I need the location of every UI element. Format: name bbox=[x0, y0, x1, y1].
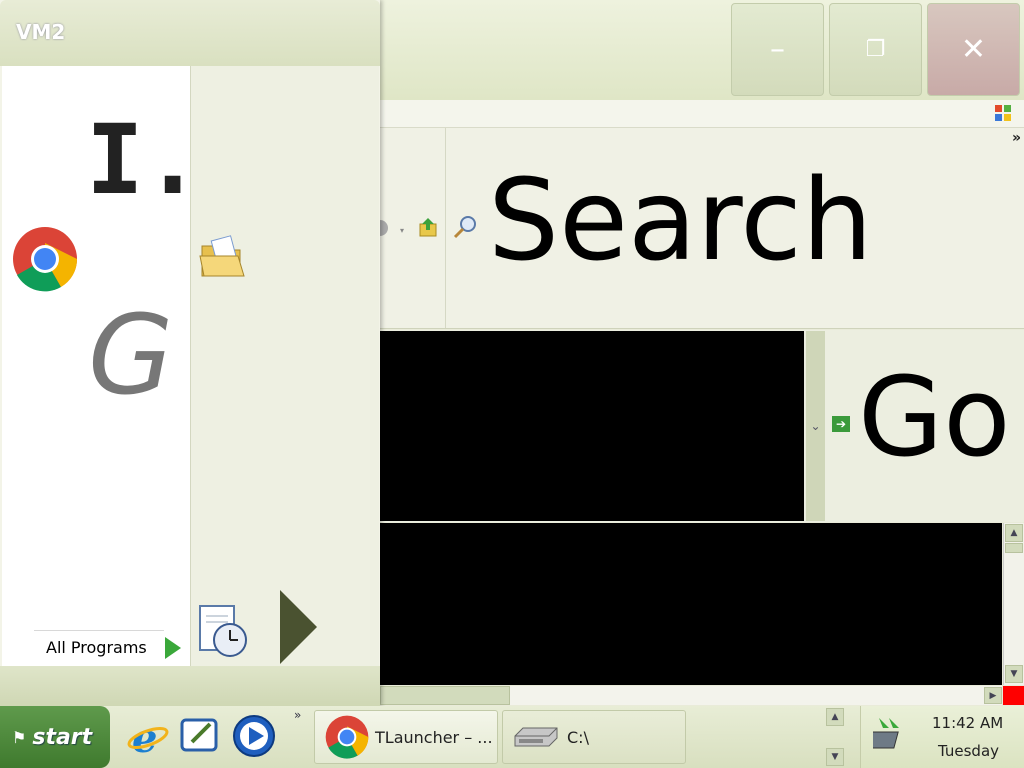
submenu-arrow-icon[interactable] bbox=[280, 590, 317, 664]
dropdown-dot: ▾ bbox=[400, 226, 405, 235]
folder-content-area[interactable] bbox=[380, 523, 1002, 685]
start-menu-footer bbox=[0, 666, 380, 706]
search-button-label[interactable]: Search bbox=[488, 165, 873, 277]
toolbar-chevron-icon[interactable]: » bbox=[1012, 130, 1021, 146]
scroll-right-button[interactable]: ▶ bbox=[984, 687, 1002, 704]
close-icon: ✕ bbox=[960, 32, 987, 67]
user-name: VM2 bbox=[16, 20, 66, 44]
taskbar-scroll-down-button[interactable]: ▼ bbox=[826, 748, 844, 766]
taskbar-button-tlauncher[interactable]: TLauncher – ... bbox=[314, 710, 498, 764]
taskbar-button-label: C:\ bbox=[567, 727, 589, 747]
taskbar-scroll: ▲ ▼ bbox=[826, 708, 846, 766]
taskbar-scroll-up-button[interactable]: ▲ bbox=[826, 708, 844, 726]
toolbar-separator bbox=[445, 128, 446, 328]
quick-launch-chevron-icon[interactable]: » bbox=[294, 708, 301, 722]
forward-icon[interactable] bbox=[380, 220, 388, 236]
hard-drive-icon bbox=[514, 727, 558, 747]
close-button[interactable]: ✕ bbox=[927, 3, 1020, 96]
address-dropdown-button[interactable]: ⌄ bbox=[806, 331, 825, 521]
pinned-item-label[interactable]: G bbox=[88, 300, 173, 410]
all-programs-separator bbox=[34, 630, 164, 631]
show-desktop-icon[interactable] bbox=[178, 714, 222, 758]
clock-day: Tuesday bbox=[938, 742, 1000, 760]
scheduled-tasks-icon[interactable] bbox=[196, 604, 250, 660]
search-icon[interactable] bbox=[452, 214, 478, 240]
maximize-button[interactable]: ❐ bbox=[829, 3, 922, 96]
vertical-scrollbar[interactable]: ▲ ▼ bbox=[1003, 523, 1024, 685]
restore-icon: ❐ bbox=[865, 37, 886, 62]
internet-explorer-icon[interactable]: e bbox=[126, 714, 170, 758]
scroll-down-button[interactable]: ▼ bbox=[1005, 665, 1023, 683]
start-button[interactable]: ⚑ start bbox=[0, 706, 110, 768]
network-icon[interactable] bbox=[873, 714, 915, 756]
menu-bar bbox=[380, 100, 1024, 128]
media-player-icon[interactable] bbox=[232, 714, 276, 758]
pinned-item-label[interactable]: I. bbox=[86, 112, 202, 208]
go-button-label[interactable]: Go bbox=[858, 362, 1011, 472]
scroll-thumb[interactable] bbox=[1005, 543, 1023, 553]
minimize-button[interactable]: – bbox=[731, 3, 824, 96]
minimize-icon: – bbox=[770, 32, 785, 67]
address-input[interactable] bbox=[380, 331, 804, 521]
go-arrow-icon[interactable]: ➔ bbox=[832, 416, 850, 432]
open-folder-icon[interactable] bbox=[198, 232, 248, 282]
chrome-icon bbox=[325, 715, 369, 759]
all-programs-arrow-icon[interactable] bbox=[165, 637, 181, 659]
clock-time[interactable]: 11:42 AM bbox=[932, 714, 1003, 732]
horizontal-scroll-thumb[interactable] bbox=[380, 686, 510, 705]
windows-flag-icon: ⚑ bbox=[12, 727, 27, 747]
chrome-icon[interactable] bbox=[12, 226, 78, 292]
taskbar-button-label: TLauncher – ... bbox=[375, 727, 493, 747]
places-pane bbox=[190, 66, 379, 666]
start-label: start bbox=[32, 724, 93, 750]
scroll-up-button[interactable]: ▲ bbox=[1005, 524, 1023, 542]
all-programs-label[interactable]: All Programs bbox=[46, 638, 147, 657]
up-folder-icon[interactable] bbox=[418, 216, 440, 238]
taskbar-button-c-drive[interactable]: C:\ bbox=[502, 710, 686, 764]
resize-corner bbox=[1003, 686, 1024, 705]
chevron-down-icon: ⌄ bbox=[810, 419, 821, 433]
windows-logo-icon bbox=[995, 105, 1011, 121]
